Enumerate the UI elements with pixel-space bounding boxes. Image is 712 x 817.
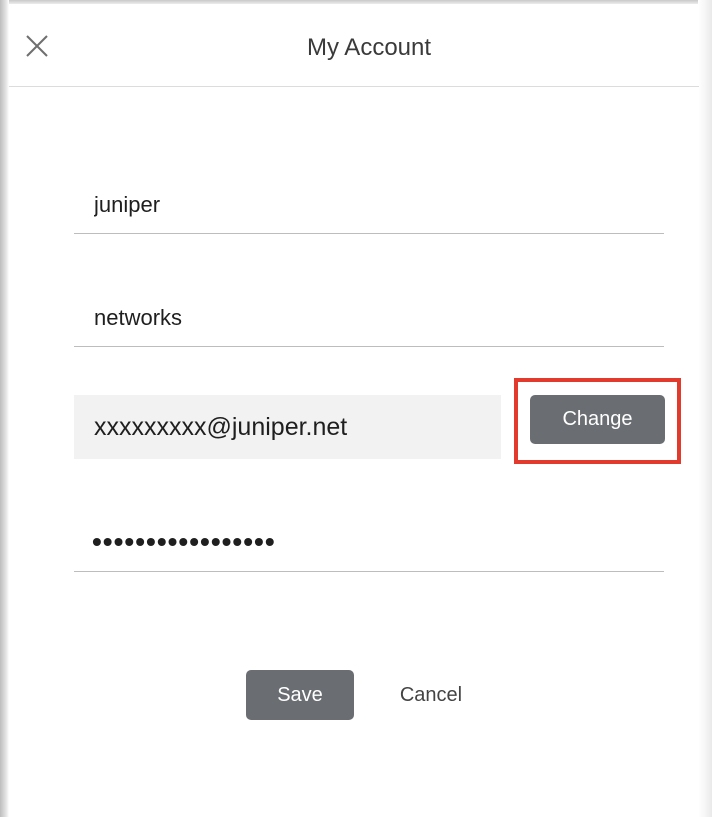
- first-name-field[interactable]: [74, 176, 664, 234]
- window-shadow-right: [698, 0, 712, 817]
- dialog-title: My Account: [306, 34, 432, 61]
- password-field[interactable]: [74, 512, 664, 572]
- last-name-field[interactable]: [74, 289, 664, 347]
- change-email-button[interactable]: Change: [530, 395, 665, 444]
- my-account-dialog: My Account xxxxxxxxx@juniper.net Change …: [9, 4, 699, 817]
- save-button[interactable]: Save: [246, 670, 354, 720]
- cancel-button[interactable]: Cancel: [388, 670, 474, 720]
- email-field: xxxxxxxxx@juniper.net: [74, 395, 501, 459]
- window-shadow-left: [0, 0, 9, 817]
- screenshot-stage: My Account xxxxxxxxx@juniper.net Change …: [0, 0, 712, 817]
- dialog-header: My Account: [9, 4, 699, 87]
